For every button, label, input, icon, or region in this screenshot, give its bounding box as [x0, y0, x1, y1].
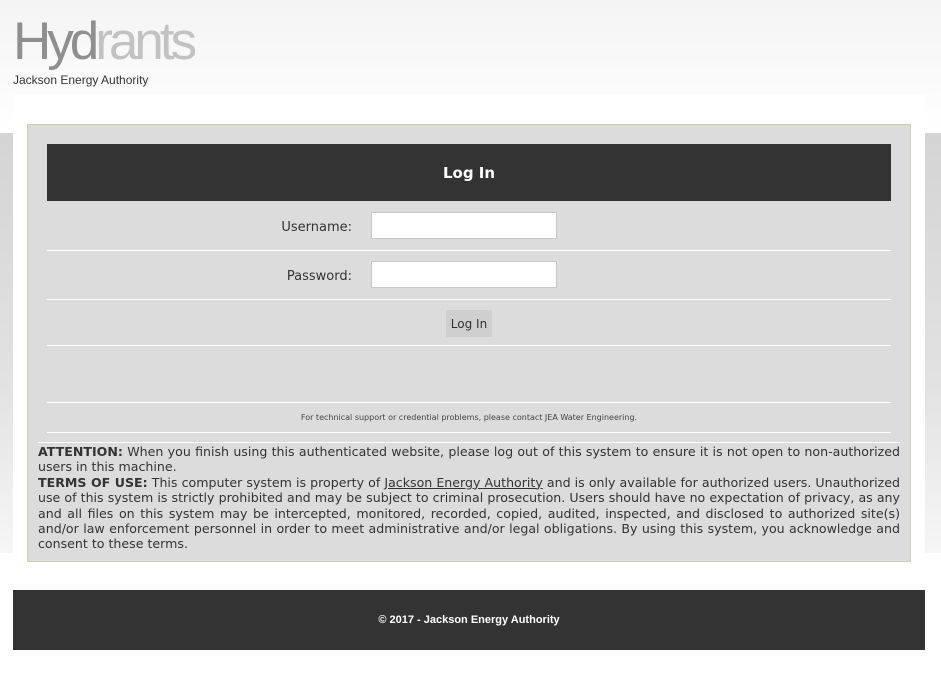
copyright-text: © 2017 - Jackson Energy Authority [378, 614, 560, 626]
divider [47, 432, 891, 433]
site-header: Hydrants Jackson Energy Authority [0, 0, 941, 95]
jea-link[interactable]: Jackson Energy Authority [384, 475, 542, 490]
password-input[interactable] [371, 261, 557, 288]
divider [47, 299, 891, 300]
divider [47, 345, 891, 346]
terms-notice: ATTENTION: When you finish using this au… [38, 444, 900, 552]
terms-label: TERMS OF USE: [38, 474, 148, 490]
username-label: Username: [281, 220, 352, 235]
divider [47, 402, 891, 403]
terms-text: This computer system is property of [147, 474, 385, 490]
support-text: For technical support or credential prob… [300, 413, 638, 422]
site-footer: © 2017 - Jackson Energy Authority [13, 590, 925, 650]
divider [38, 442, 900, 443]
organization-name: Jackson Energy Authority [13, 73, 149, 87]
attention-text: When you finish using this authenticated… [38, 444, 900, 475]
username-input[interactable] [371, 212, 557, 239]
login-panel: Log In Username: Password: Log In For te… [27, 124, 911, 562]
password-label: Password: [286, 269, 352, 284]
divider [47, 250, 891, 251]
login-button[interactable]: Log In [446, 310, 492, 337]
attention-label: ATTENTION: [38, 444, 123, 459]
app-logo: Hydrants [13, 12, 197, 71]
login-title: Log In [47, 144, 891, 201]
